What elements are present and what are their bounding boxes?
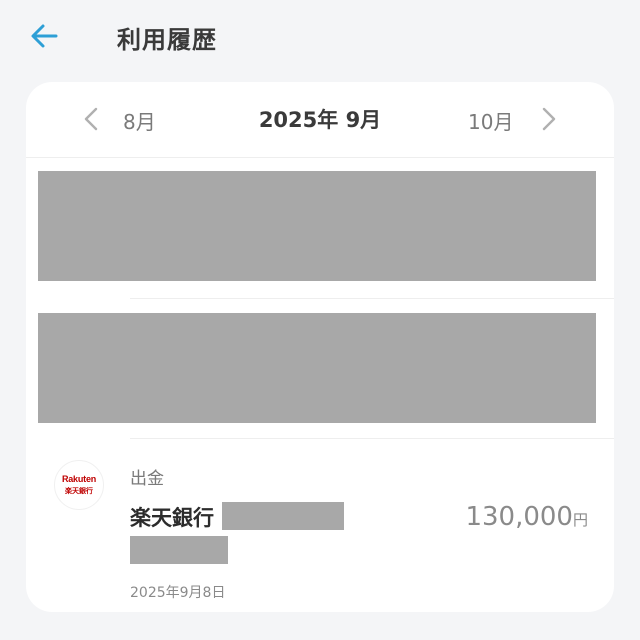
next-month-label[interactable]: 10月: [468, 106, 513, 135]
logo-text-bottom: 楽天銀行: [65, 487, 93, 495]
transaction-type: 出金: [130, 469, 164, 489]
redacted-transaction: [38, 171, 596, 281]
redacted-transaction: [38, 313, 596, 423]
redacted-account-detail: [130, 536, 228, 564]
current-month-label: 2025年 9月: [258, 108, 382, 132]
redacted-account-name: [222, 502, 344, 530]
next-month-button[interactable]: [534, 102, 562, 136]
rakuten-bank-logo-icon: Rakuten 楽天銀行: [54, 460, 104, 510]
logo-text-top: Rakuten: [61, 474, 97, 484]
app-header: 利用履歴: [0, 0, 640, 76]
transaction-row[interactable]: Rakuten 楽天銀行 出金 楽天銀行 130,000円 2025年9月8日: [26, 438, 614, 612]
transaction-date: 2025年9月8日: [130, 585, 226, 601]
chevron-right-icon: [542, 107, 556, 131]
divider: [130, 298, 614, 299]
transaction-amount: 130,000円: [465, 502, 588, 532]
history-card: 8月 2025年 9月 10月 Rakuten 楽天銀行 出金 楽天銀行 130…: [26, 82, 614, 612]
arrow-left-icon: [31, 24, 58, 48]
back-button[interactable]: [26, 18, 66, 54]
amount-unit: 円: [572, 511, 588, 529]
transaction-name: 楽天銀行: [130, 506, 214, 530]
month-navigation: 8月 2025年 9月 10月: [26, 82, 614, 157]
page-title: 利用履歴: [117, 26, 217, 54]
amount-value: 130,000: [465, 502, 573, 532]
divider: [26, 157, 614, 158]
